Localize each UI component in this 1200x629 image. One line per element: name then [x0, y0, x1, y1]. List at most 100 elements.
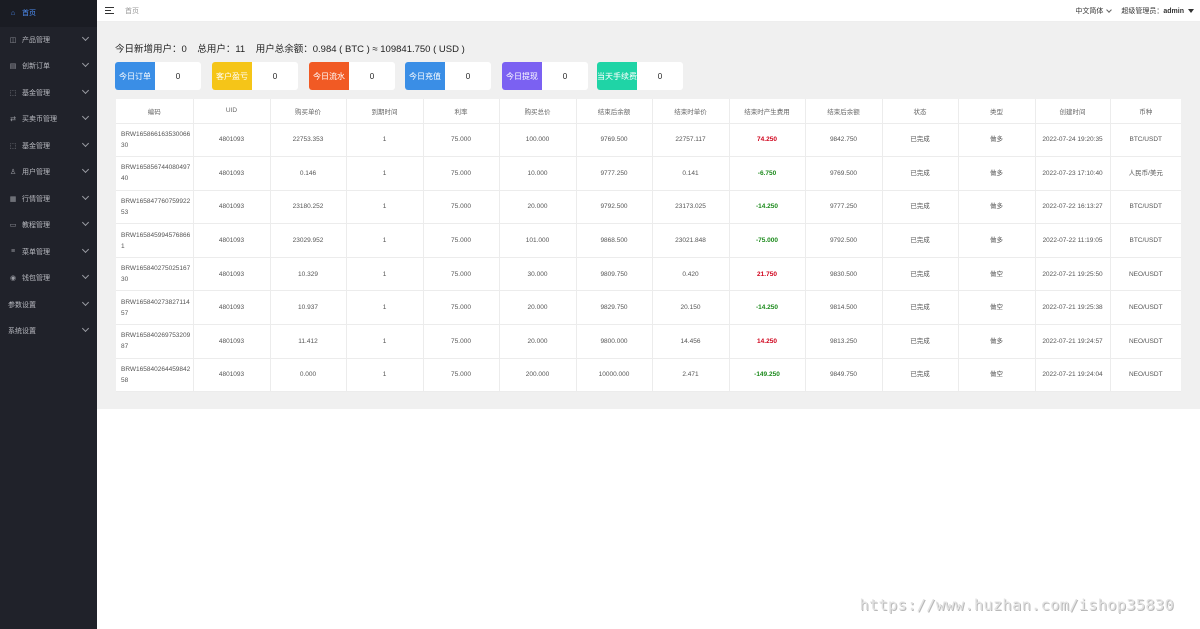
table-cell: 22753.353	[270, 123, 347, 158]
sidebar-item-8[interactable]: ▭ 教程管理	[0, 212, 97, 239]
sidebar-item-3[interactable]: ⬚ 基金管理	[0, 80, 97, 107]
table-cell: 1	[346, 190, 424, 225]
chevron-down-icon	[81, 218, 90, 227]
stat-value: 0	[465, 71, 471, 81]
stat-card[interactable]: 今日充值 0	[405, 62, 491, 90]
stat-value: 0	[369, 71, 375, 81]
table-cell: 4801093	[193, 290, 271, 326]
stat-label: 今日提现	[502, 62, 542, 90]
table-row[interactable]: BRW16584027382711457 4801093 10.937 1 75.000…	[116, 290, 1181, 326]
table-cell: 9813.250	[805, 324, 883, 359]
sidebar-item-4[interactable]: ⇄ 买卖币管理	[0, 106, 97, 133]
order-icon: ▤	[9, 63, 17, 71]
sidebar-item-9[interactable]: ≡ 菜单管理	[0, 239, 97, 266]
table-cell: 23173.025	[652, 190, 730, 225]
chevron-down-icon	[81, 86, 90, 94]
column-header: 利率	[423, 99, 500, 124]
table-cell: 75.000	[423, 223, 500, 258]
table-row[interactable]: BRW1658459945768661 4801093 23029.952 1 75.0…	[116, 223, 1181, 258]
column-header: 结束后余额	[805, 99, 883, 124]
chevron-down-icon	[81, 112, 90, 121]
stat-label: 客户盈亏	[212, 62, 252, 90]
table-cell: 75.000	[423, 290, 500, 326]
table-cell: 10.329	[270, 257, 347, 292]
column-header: 创建时间	[1035, 99, 1111, 124]
table-cell: 已完成	[882, 290, 959, 326]
sidebar-item-12[interactable]: 系统设置	[0, 318, 97, 345]
chevron-down-icon	[81, 165, 90, 174]
orders-table: 编码 UID 购买单价 到期时间 利率 购买总价 结束后余额 结束时单价 结束时产生费用 结束后余…	[116, 99, 1181, 393]
table-cell: BRW16584776075992253	[116, 190, 194, 225]
table-cell: 1	[346, 290, 424, 326]
table-cell: 4801093	[193, 358, 271, 393]
table-cell: 21.750	[729, 257, 806, 292]
stat-value: 0	[272, 71, 278, 81]
chevron-down-icon	[1106, 7, 1113, 13]
sidebar-item-6[interactable]: ♙ 用户管理	[0, 159, 97, 186]
table-cell: 2022-07-22 16:13:27	[1035, 190, 1111, 225]
table-cell: 已完成	[882, 223, 959, 258]
table-cell: 1	[346, 223, 424, 258]
table-row[interactable]: BRW16584026445984258 4801093 0.000 1 75.000 2…	[116, 358, 1181, 393]
user-icon: ♙	[9, 169, 17, 177]
table-row[interactable]: BRW16584776075992253 4801093 23180.252 1 75.…	[116, 190, 1181, 225]
sidebar-item-11[interactable]: 参数设置	[0, 292, 97, 319]
table-cell: 10.000	[499, 156, 577, 191]
column-header: 结束时单价	[652, 99, 730, 124]
sidebar-item-7[interactable]: ▦ 行情管理	[0, 186, 97, 213]
table-row[interactable]: BRW16586616353006630 4801093 22753.353 1 75.…	[116, 123, 1181, 158]
top-bar: 首页 中文简体 超级管理员： admin	[97, 0, 1200, 22]
table-cell: 9842.750	[805, 123, 883, 158]
admin-menu[interactable]: 超级管理员： admin	[1121, 6, 1194, 16]
table-cell: 0.000	[270, 358, 347, 393]
top-right-area: 中文简体 超级管理员： admin	[1075, 0, 1194, 22]
table-row[interactable]: BRW16584026975320987 4801093 11.412 1 75.000…	[116, 324, 1181, 359]
column-header: 编码	[116, 99, 194, 124]
wallet-icon: ◉	[9, 275, 17, 283]
menu-toggle-icon[interactable]	[105, 6, 114, 16]
sidebar-item-label: 产品管理	[22, 36, 50, 44]
table-cell: 200.000	[499, 358, 577, 393]
stat-card[interactable]: 今日流水 0	[309, 62, 395, 90]
sidebar-item-5[interactable]: ⬚ 基金管理	[0, 133, 97, 160]
table-cell: -14.250	[729, 190, 806, 225]
home-icon: ⌂	[10, 9, 16, 17]
table-cell: 已完成	[882, 257, 959, 292]
table-cell: 9777.250	[576, 156, 653, 191]
table-cell: 23021.848	[652, 223, 730, 258]
table-row[interactable]: BRW16584027502516730 4801093 10.329 1 75.000…	[116, 257, 1181, 292]
fund-icon: ⬚	[9, 89, 17, 97]
sidebar: ⌂ 首页 ◫ 产品管理 ▤ 创新订单 ⬚ 基金管理 ⇄ 买卖币管理 ⬚ 基金管理 ♙ 用户管理 ▦ 行情管理 ▭…	[0, 0, 97, 629]
table-row[interactable]: BRW16585674408049740 4801093 0.146 1 75.000 1…	[116, 156, 1181, 191]
stat-card[interactable]: 今日提现 0	[502, 62, 588, 90]
table-cell: 9849.750	[805, 358, 883, 393]
box-icon: ◫	[9, 36, 17, 44]
sidebar-item-10[interactable]: ◉ 钱包管理	[0, 265, 97, 292]
table-cell: 14.250	[729, 324, 806, 359]
stat-card[interactable]: 今日订单 0	[115, 62, 201, 90]
chevron-down-icon	[81, 298, 90, 306]
table-cell: 0.146	[270, 156, 347, 191]
table-cell: 74.250	[729, 123, 806, 158]
stat-card[interactable]: 客户盈亏 0	[212, 62, 298, 90]
summary-line: 今日新增用户：0 总用户：11 用户总余额：0.984 ( BTC ) ≈ 10…	[115, 44, 465, 55]
table-cell: 22757.117	[652, 123, 730, 158]
table-cell: 已完成	[882, 156, 959, 191]
breadcrumb[interactable]: 首页	[125, 6, 139, 16]
sidebar-item-2[interactable]: ▤ 创新订单	[0, 53, 97, 80]
chevron-down-icon	[81, 324, 90, 333]
sidebar-item-0[interactable]: ⌂ 首页	[0, 0, 97, 27]
language-selector[interactable]: 中文简体	[1075, 6, 1113, 16]
table-cell: 做多	[958, 190, 1036, 225]
sidebar-item-label: 菜单管理	[22, 248, 50, 256]
table-cell: 20.000	[499, 290, 577, 326]
table-cell: 4801093	[193, 324, 271, 359]
table-cell: 做空	[958, 290, 1036, 326]
sidebar-item-1[interactable]: ◫ 产品管理	[0, 27, 97, 54]
table-cell: BRW16584027502516730	[116, 257, 194, 292]
stat-card[interactable]: 当天手续费 0	[597, 62, 683, 90]
table-cell: 已完成	[882, 190, 959, 225]
admin-prefix: 超级管理员：	[1121, 8, 1164, 15]
chevron-down-icon	[81, 245, 90, 253]
orders-table-card: 编码 UID 购买单价 到期时间 利率 购买总价 结束后余额 结束时单价 结束时产生费用 结束后余…	[116, 99, 1181, 393]
